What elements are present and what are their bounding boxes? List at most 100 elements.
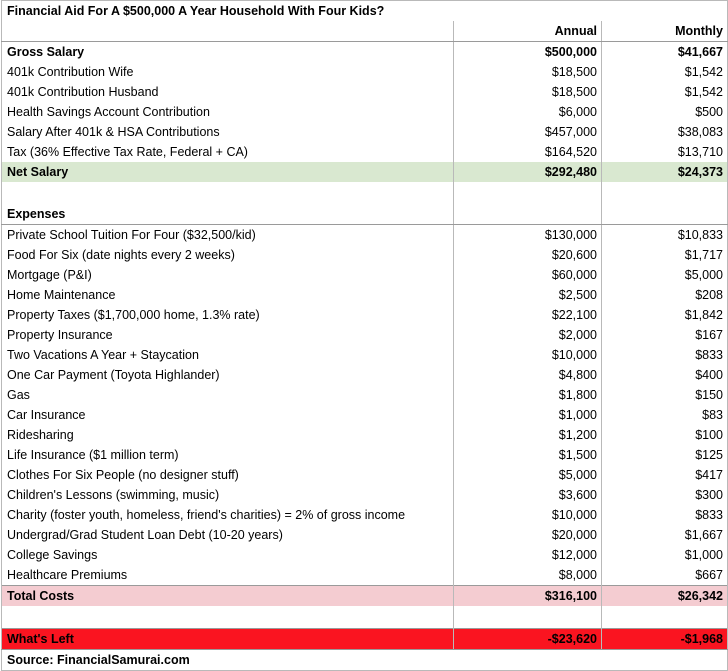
row-label: Health Savings Account Contribution bbox=[2, 102, 454, 122]
row-label: Clothes For Six People (no designer stuf… bbox=[2, 465, 454, 485]
row-monthly: $10,833 bbox=[602, 225, 728, 246]
row-annual: $8,000 bbox=[454, 565, 602, 586]
row-label: Net Salary bbox=[2, 162, 454, 182]
table-row: Health Savings Account Contribution $6,0… bbox=[2, 102, 728, 122]
row-annual: $18,500 bbox=[454, 62, 602, 82]
row-label: Home Maintenance bbox=[2, 285, 454, 305]
table-row: Home Maintenance $2,500 $208 bbox=[2, 285, 728, 305]
row-label: Total Costs bbox=[2, 586, 454, 607]
row-annual: $292,480 bbox=[454, 162, 602, 182]
table-row: One Car Payment (Toyota Highlander) $4,8… bbox=[2, 365, 728, 385]
net-salary-row: Net Salary $292,480 $24,373 bbox=[2, 162, 728, 182]
budget-spreadsheet: Financial Aid For A $500,000 A Year Hous… bbox=[0, 0, 728, 666]
row-annual bbox=[454, 204, 602, 225]
row-annual: $1,500 bbox=[454, 445, 602, 465]
row-label: Life Insurance ($1 million term) bbox=[2, 445, 454, 465]
title-row: Financial Aid For A $500,000 A Year Hous… bbox=[2, 1, 728, 22]
row-annual: $20,000 bbox=[454, 525, 602, 545]
spacer-cell bbox=[602, 182, 728, 204]
table-row: Life Insurance ($1 million term) $1,500 … bbox=[2, 445, 728, 465]
row-monthly: $1,000 bbox=[602, 545, 728, 565]
row-monthly: $417 bbox=[602, 465, 728, 485]
row-monthly: $125 bbox=[602, 445, 728, 465]
table-row: Clothes For Six People (no designer stuf… bbox=[2, 465, 728, 485]
expenses-section-header: Expenses bbox=[2, 204, 728, 225]
row-label: Two Vacations A Year + Staycation bbox=[2, 345, 454, 365]
spacer-cell bbox=[454, 182, 602, 204]
header-label-cell bbox=[2, 21, 454, 42]
table-row: Healthcare Premiums $8,000 $667 bbox=[2, 565, 728, 586]
table-row: Undergrad/Grad Student Loan Debt (10-20 … bbox=[2, 525, 728, 545]
row-label: Tax (36% Effective Tax Rate, Federal + C… bbox=[2, 142, 454, 162]
row-annual: $12,000 bbox=[454, 545, 602, 565]
row-annual: $316,100 bbox=[454, 586, 602, 607]
table-row: Mortgage (P&I) $60,000 $5,000 bbox=[2, 265, 728, 285]
header-annual: Annual bbox=[454, 21, 602, 42]
spacer-cell bbox=[2, 606, 454, 629]
total-costs-row: Total Costs $316,100 $26,342 bbox=[2, 586, 728, 607]
row-label: Mortgage (P&I) bbox=[2, 265, 454, 285]
row-monthly: $1,667 bbox=[602, 525, 728, 545]
row-label: Undergrad/Grad Student Loan Debt (10-20 … bbox=[2, 525, 454, 545]
row-monthly: $1,542 bbox=[602, 82, 728, 102]
row-monthly bbox=[602, 204, 728, 225]
row-label: Expenses bbox=[2, 204, 454, 225]
table-row: Gross Salary $500,000 $41,667 bbox=[2, 42, 728, 63]
whats-left-row: What's Left -$23,620 -$1,968 bbox=[2, 629, 728, 650]
row-label: 401k Contribution Wife bbox=[2, 62, 454, 82]
row-monthly: $83 bbox=[602, 405, 728, 425]
table-row: 401k Contribution Wife $18,500 $1,542 bbox=[2, 62, 728, 82]
row-monthly: $24,373 bbox=[602, 162, 728, 182]
row-monthly: $833 bbox=[602, 345, 728, 365]
row-label: Property Insurance bbox=[2, 325, 454, 345]
row-monthly: $5,000 bbox=[602, 265, 728, 285]
row-annual: $22,100 bbox=[454, 305, 602, 325]
row-monthly: -$1,968 bbox=[602, 629, 728, 650]
table-row: Children's Lessons (swimming, music) $3,… bbox=[2, 485, 728, 505]
row-annual: $2,500 bbox=[454, 285, 602, 305]
row-label: Car Insurance bbox=[2, 405, 454, 425]
table-body: Financial Aid For A $500,000 A Year Hous… bbox=[2, 1, 728, 671]
table-row: Tax (36% Effective Tax Rate, Federal + C… bbox=[2, 142, 728, 162]
row-annual: $3,600 bbox=[454, 485, 602, 505]
row-label: Healthcare Premiums bbox=[2, 565, 454, 586]
row-monthly: $100 bbox=[602, 425, 728, 445]
row-monthly: $26,342 bbox=[602, 586, 728, 607]
row-label: Gross Salary bbox=[2, 42, 454, 63]
row-monthly: $1,542 bbox=[602, 62, 728, 82]
row-monthly: $400 bbox=[602, 365, 728, 385]
table-row: Food For Six (date nights every 2 weeks)… bbox=[2, 245, 728, 265]
row-label: Gas bbox=[2, 385, 454, 405]
spacer-cell bbox=[602, 606, 728, 629]
row-label: Salary After 401k & HSA Contributions bbox=[2, 122, 454, 142]
row-monthly: $150 bbox=[602, 385, 728, 405]
row-annual: $60,000 bbox=[454, 265, 602, 285]
row-label: Property Taxes ($1,700,000 home, 1.3% ra… bbox=[2, 305, 454, 325]
row-monthly: $667 bbox=[602, 565, 728, 586]
table-row: Salary After 401k & HSA Contributions $4… bbox=[2, 122, 728, 142]
row-monthly: $1,717 bbox=[602, 245, 728, 265]
row-monthly: $41,667 bbox=[602, 42, 728, 63]
row-annual: $20,600 bbox=[454, 245, 602, 265]
source-label: Source: FinancialSamurai.com bbox=[2, 650, 728, 671]
table-row: Two Vacations A Year + Staycation $10,00… bbox=[2, 345, 728, 365]
page-title: Financial Aid For A $500,000 A Year Hous… bbox=[2, 1, 728, 22]
row-annual: $1,800 bbox=[454, 385, 602, 405]
row-monthly: $300 bbox=[602, 485, 728, 505]
row-annual: $457,000 bbox=[454, 122, 602, 142]
table-row: Property Taxes ($1,700,000 home, 1.3% ra… bbox=[2, 305, 728, 325]
row-label: Private School Tuition For Four ($32,500… bbox=[2, 225, 454, 246]
source-row: Source: FinancialSamurai.com bbox=[2, 650, 728, 671]
row-annual: $1,000 bbox=[454, 405, 602, 425]
row-label: Food For Six (date nights every 2 weeks) bbox=[2, 245, 454, 265]
row-annual: $2,000 bbox=[454, 325, 602, 345]
row-annual: $18,500 bbox=[454, 82, 602, 102]
row-monthly: $13,710 bbox=[602, 142, 728, 162]
row-monthly: $208 bbox=[602, 285, 728, 305]
table-row: Gas $1,800 $150 bbox=[2, 385, 728, 405]
spacer-cell bbox=[454, 606, 602, 629]
row-annual: -$23,620 bbox=[454, 629, 602, 650]
spacer-cell bbox=[2, 182, 454, 204]
row-annual: $5,000 bbox=[454, 465, 602, 485]
table-row: College Savings $12,000 $1,000 bbox=[2, 545, 728, 565]
